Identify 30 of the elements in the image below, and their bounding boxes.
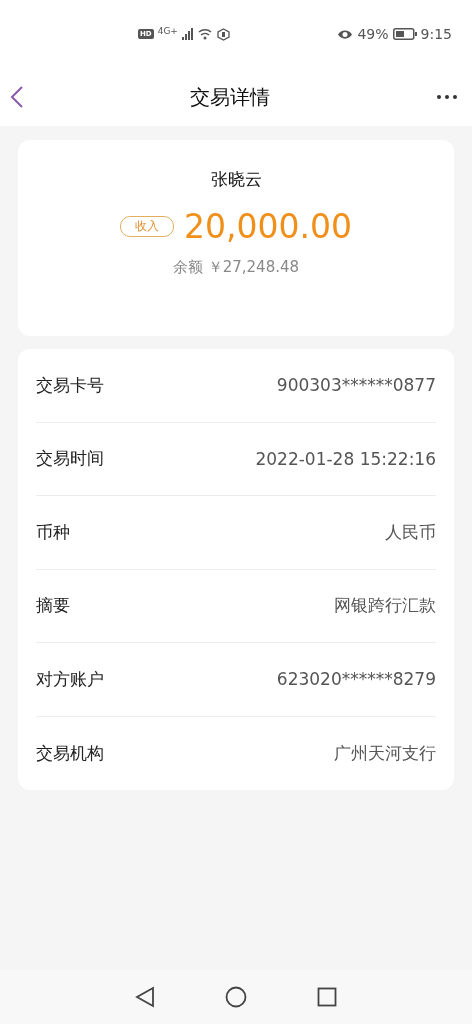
detail-label: 交易机构 <box>36 741 104 765</box>
amount: 20,000.00 <box>184 207 352 246</box>
clock: 9:15 <box>420 26 452 42</box>
more-icon[interactable] <box>436 94 458 100</box>
balance: 余额 ￥27,248.48 <box>172 258 300 277</box>
page-title: 交易详情 <box>190 83 270 111</box>
recents-nav-icon[interactable] <box>317 987 337 1007</box>
detail-value: 2022-01-28 15:22:16 <box>255 448 436 469</box>
detail-label: 摘要 <box>36 594 70 618</box>
network-type: 4G+ <box>157 25 178 36</box>
detail-label: 交易时间 <box>36 447 104 471</box>
home-nav-icon[interactable] <box>225 986 247 1008</box>
detail-label: 对方账户 <box>36 667 104 691</box>
signal-icon <box>181 28 194 40</box>
battery-icon <box>392 28 417 40</box>
detail-label: 币种 <box>36 520 70 544</box>
eye-icon <box>337 28 354 40</box>
back-icon[interactable] <box>10 85 24 109</box>
back-nav-icon[interactable] <box>135 986 155 1008</box>
detail-label: 交易卡号 <box>36 373 104 397</box>
detail-value: 900303******0877 <box>276 375 436 396</box>
shield-icon <box>216 27 230 41</box>
income-tag: 收入 <box>120 216 174 237</box>
battery-percent: 49% <box>357 26 389 42</box>
detail-value: 网银跨行汇款 <box>334 594 436 618</box>
detail-value: 人民币 <box>385 520 436 544</box>
wifi-icon <box>197 28 213 40</box>
payer-name: 张晓云 <box>210 168 262 191</box>
detail-value: 623020******8279 <box>276 669 436 690</box>
detail-value: 广州天河支行 <box>334 741 436 765</box>
